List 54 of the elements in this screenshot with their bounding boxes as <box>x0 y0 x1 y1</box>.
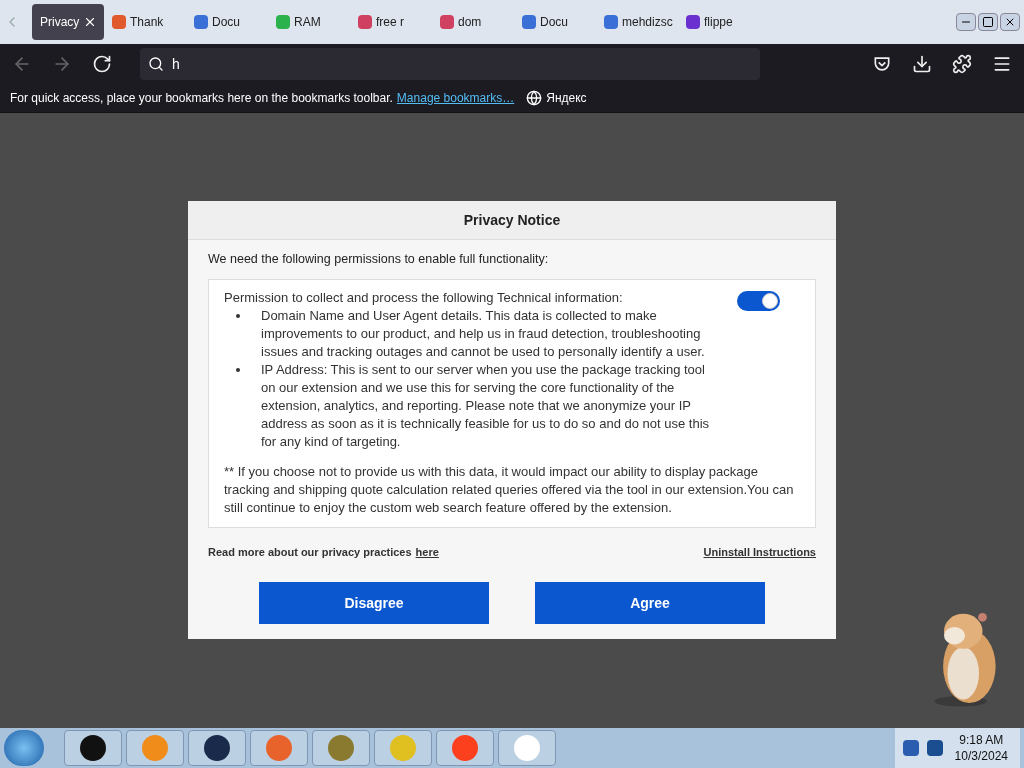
dialog-button[interactable]: Disagree <box>259 582 489 625</box>
address-field[interactable]: h <box>140 48 760 80</box>
app-icon[interactable] <box>188 730 246 766</box>
uninstall-link[interactable]: Uninstall Instructions <box>703 543 816 561</box>
browser-tab[interactable]: Docu <box>190 4 268 40</box>
clock-time: 9:18 AM <box>959 732 1004 748</box>
download-icon[interactable] <box>912 54 932 74</box>
browser-tab[interactable]: dom <box>436 4 514 40</box>
browser-tab[interactable]: mehdizsc <box>600 4 678 40</box>
manage-bookmarks-link[interactable]: Manage bookmarks… <box>396 89 515 107</box>
footnote-text: ** If you choose not to provide us with this data, it would impact our ability to display package tracking and shipping quote calculation related queries offered via the tool in our extension.You can still continue to enjoy the custom web search feature offered by the extension. <box>224 462 795 517</box>
bookmarks-hint: For quick access, place your bookmarks here on the bookmarks toolbar. <box>10 90 393 107</box>
permission-item: Domain Name and User Agent details. This data is collected to make improvements to our product, and help us in fraud detection, troubleshooting issues and tracking outages and cannot be used to personally identify a user. <box>261 306 706 361</box>
browser-tab[interactable]: Thank <box>108 4 186 40</box>
privacy-text: Read more about our privacy practices <box>208 544 412 560</box>
favicon-icon <box>276 15 290 29</box>
pocket-icon[interactable] <box>872 54 892 74</box>
minimize-button[interactable] <box>956 13 976 31</box>
close-icon <box>1004 16 1016 28</box>
favicon-icon <box>358 15 372 29</box>
intro-text: We need the following permissions to enable full functionality: <box>208 251 550 268</box>
clock-date: 10/3/2024 <box>954 748 1008 764</box>
bullet-icon <box>236 367 240 372</box>
browser-tab[interactable]: flippe <box>682 4 760 40</box>
browser-tab[interactable]: Privacy <box>32 4 104 40</box>
favicon-icon <box>194 15 208 29</box>
bookmark-item[interactable]: Яндекс <box>526 89 587 107</box>
favicon-icon <box>522 15 536 29</box>
permission-item: IP Address: This is sent to our server when you use the package tracking tool on our extension and we use this for serving the core functionality of the extension, analytics, and reporting. Please note that we anonymize your IP address as soon as it is technically feasible for us to do so and do not use this for any kind of targeting. <box>261 360 711 451</box>
extensions-icon[interactable] <box>952 54 972 74</box>
favicon-icon <box>686 15 700 29</box>
browser-tab[interactable]: Docu <box>518 4 596 40</box>
permission-toggle[interactable] <box>737 290 780 311</box>
browser-tab[interactable]: RAM <box>272 4 350 40</box>
dialog-button[interactable]: Agree <box>535 582 765 625</box>
tray-icon[interactable] <box>926 740 943 756</box>
globe-icon <box>526 90 543 106</box>
favicon-icon <box>440 15 454 29</box>
favicon-icon <box>604 15 618 29</box>
maximize-icon <box>982 16 994 28</box>
tray-icon[interactable] <box>902 740 919 756</box>
favicon-icon <box>112 15 126 29</box>
privacy-link[interactable]: here <box>415 543 439 561</box>
menu-icon[interactable] <box>992 54 1012 74</box>
dialog-title: Privacy Notice <box>463 210 561 230</box>
permission-heading: Permission to collect and process the following Technical information: <box>224 288 624 307</box>
search-icon <box>148 56 164 72</box>
maximize-button[interactable] <box>978 13 998 31</box>
start-button[interactable] <box>4 730 44 766</box>
browser-tab[interactable]: free r <box>354 4 432 40</box>
reload-icon[interactable] <box>92 54 112 74</box>
bullet-icon <box>236 313 240 318</box>
app-icon[interactable] <box>64 730 122 766</box>
close-button[interactable] <box>1000 13 1020 31</box>
